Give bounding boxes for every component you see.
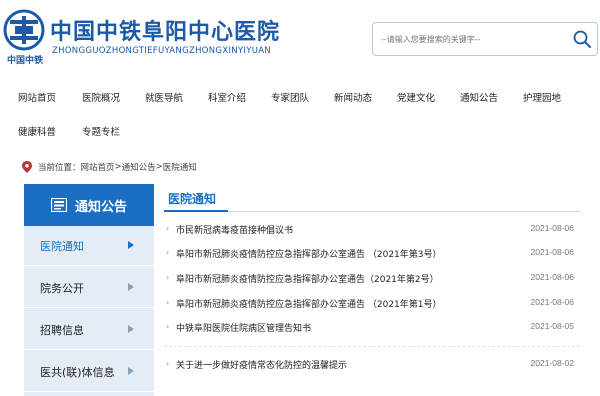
sidebar-item-recruitment[interactable]: 招聘信息 bbox=[24, 310, 154, 350]
chevron-right-icon bbox=[128, 283, 134, 291]
sidebar-heading-label: 通知公告 bbox=[74, 199, 127, 215]
nav-item-overview[interactable]: 医院概况 bbox=[82, 86, 120, 112]
news-date: 2021-08-06 bbox=[530, 297, 574, 307]
sidebar-item-hospital-notices[interactable]: 医院通知 bbox=[24, 226, 154, 266]
news-item[interactable]: › 阜阳市新冠肺炎疫情防控应急指挥部办公室通告 （2021年第1号） 2021-… bbox=[164, 293, 580, 313]
breadcrumb-home[interactable]: 网站首页 bbox=[81, 161, 115, 173]
sidebar-menu: 医院通知 院务公开 招聘信息 医共(联)体信息 bbox=[24, 226, 154, 396]
bullet-icon: › bbox=[166, 359, 170, 368]
news-title[interactable]: 阜阳市新冠肺炎疫情防控应急指挥部办公室通告（2021年第2号） bbox=[176, 272, 439, 285]
breadcrumb-prefix: 当前位置： bbox=[38, 163, 81, 173]
nav-item-special-topics[interactable]: 专题专栏 bbox=[82, 120, 120, 146]
search-box bbox=[372, 22, 598, 56]
news-title[interactable]: 关于进一步做好疫情常态化防控的温馨提示 bbox=[176, 358, 347, 371]
chevron-right-icon bbox=[128, 241, 134, 249]
site-header: 中国中铁 中国中铁阜阳中心医院 ZHONGGUOZHONGTIEFUYANGZH… bbox=[0, 0, 600, 82]
nav-item-guide[interactable]: 就医导航 bbox=[145, 86, 183, 112]
chevron-right-icon bbox=[128, 367, 134, 375]
news-item[interactable]: › 阜阳市新冠肺炎疫情防控应急指挥部办公室通告（2021年第2号） 2021-0… bbox=[164, 268, 580, 288]
sidebar-heading: 通知公告 bbox=[24, 184, 154, 226]
news-date: 2021-08-06 bbox=[530, 247, 574, 257]
nav-item-departments[interactable]: 科室介绍 bbox=[208, 86, 246, 112]
divider bbox=[164, 346, 580, 347]
news-item[interactable]: › 阜阳市新冠肺炎疫情防控应急指挥部办公室通告 （2021年第3号） 2021-… bbox=[164, 243, 580, 263]
nav-item-news[interactable]: 新闻动态 bbox=[334, 86, 372, 112]
breadcrumb-current[interactable]: 医院通知 bbox=[163, 161, 197, 173]
hospital-logo-icon[interactable] bbox=[2, 8, 46, 58]
bullet-icon: › bbox=[166, 224, 170, 233]
nav-item-nursing[interactable]: 护理园地 bbox=[523, 86, 561, 112]
sidebar-item-label: 招聘信息 bbox=[40, 324, 84, 337]
breadcrumb: 当前位置： 网站首页 > 通知公告 > 医院通知 bbox=[22, 158, 197, 176]
sidebar-item-medical-alliance[interactable]: 医共(联)体信息 bbox=[24, 352, 154, 392]
news-title[interactable]: 阜阳市新冠肺炎疫情防控应急指挥部办公室通告 （2021年第1号） bbox=[176, 297, 442, 310]
nav-item-experts[interactable]: 专家团队 bbox=[271, 86, 309, 112]
bullet-icon: › bbox=[166, 298, 170, 307]
nav-item-health-science[interactable]: 健康科普 bbox=[18, 120, 56, 146]
news-date: 2021-08-05 bbox=[530, 321, 574, 331]
news-title[interactable]: 阜阳市新冠肺炎疫情防控应急指挥部办公室通告 （2021年第3号） bbox=[176, 247, 442, 260]
section-header: 医院通知 bbox=[164, 184, 580, 212]
sidebar-item-label: 院务公开 bbox=[40, 282, 84, 295]
logo-caption: 中国中铁 bbox=[6, 56, 43, 66]
news-title[interactable]: 市民新冠病毒疫苗接种倡议书 bbox=[176, 223, 293, 236]
search-icon[interactable] bbox=[571, 28, 593, 50]
site-title[interactable]: 中国中铁阜阳中心医院 bbox=[50, 14, 280, 46]
news-date: 2021-08-06 bbox=[530, 223, 574, 233]
nav-row-primary: 网站首页 医院概况 就医导航 科室介绍 专家团队 新闻动态 党建文化 通知公告 … bbox=[0, 86, 600, 112]
news-item[interactable]: › 关于进一步做好疫情常态化防控的温馨提示 2021-08-02 bbox=[164, 354, 580, 374]
news-item[interactable]: › 中铁阜阳医院住院病区管理告知书 2021-08-05 bbox=[164, 317, 580, 337]
bullet-icon: › bbox=[166, 322, 170, 331]
location-pin-icon bbox=[22, 161, 32, 173]
breadcrumb-separator: > bbox=[155, 162, 163, 172]
news-item[interactable]: › 市民新冠病毒疫苗接种倡议书 2021-08-06 bbox=[164, 219, 580, 239]
search-input[interactable] bbox=[381, 31, 561, 47]
sidebar-item-label: 医共(联)体信息 bbox=[40, 366, 115, 379]
nav-item-notices[interactable]: 通知公告 bbox=[460, 86, 498, 112]
nav-item-party-culture[interactable]: 党建文化 bbox=[397, 86, 435, 112]
bullet-icon: › bbox=[166, 273, 170, 282]
main-nav: 网站首页 医院概况 就医导航 科室介绍 专家团队 新闻动态 党建文化 通知公告 … bbox=[0, 82, 600, 150]
bullet-icon: › bbox=[166, 248, 170, 257]
news-date: 2021-08-02 bbox=[530, 358, 574, 368]
chevron-right-icon bbox=[128, 325, 134, 333]
section-title: 医院通知 bbox=[168, 192, 217, 206]
nav-row-secondary: 健康科普 专题专栏 bbox=[0, 120, 600, 146]
sidebar-item-label: 医院通知 bbox=[40, 240, 84, 253]
list-icon bbox=[50, 198, 67, 212]
news-title[interactable]: 中铁阜阳医院住院病区管理告知书 bbox=[176, 321, 311, 334]
breadcrumb-separator: > bbox=[114, 162, 122, 172]
sidebar-item-hospital-affairs[interactable]: 院务公开 bbox=[24, 268, 154, 308]
site-pinyin: ZHONGGUOZHONGTIEFUYANGZHONGXINYIYUAN bbox=[52, 46, 271, 56]
breadcrumb-notices[interactable]: 通知公告 bbox=[122, 161, 156, 173]
news-date: 2021-08-06 bbox=[530, 272, 574, 282]
section-title-underline bbox=[164, 210, 228, 212]
nav-item-home[interactable]: 网站首页 bbox=[18, 86, 56, 112]
